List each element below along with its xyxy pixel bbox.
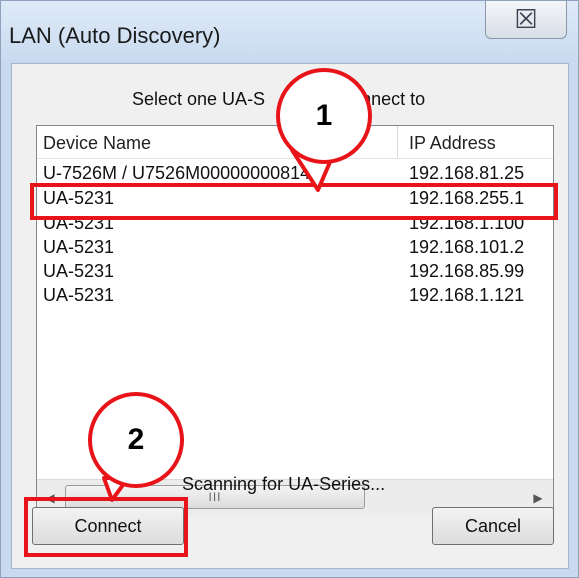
callout-1: 1 [276,68,372,164]
callout-2: 2 [88,392,184,488]
callout-1-number: 1 [315,99,333,132]
callout-2-number: 2 [127,423,145,456]
